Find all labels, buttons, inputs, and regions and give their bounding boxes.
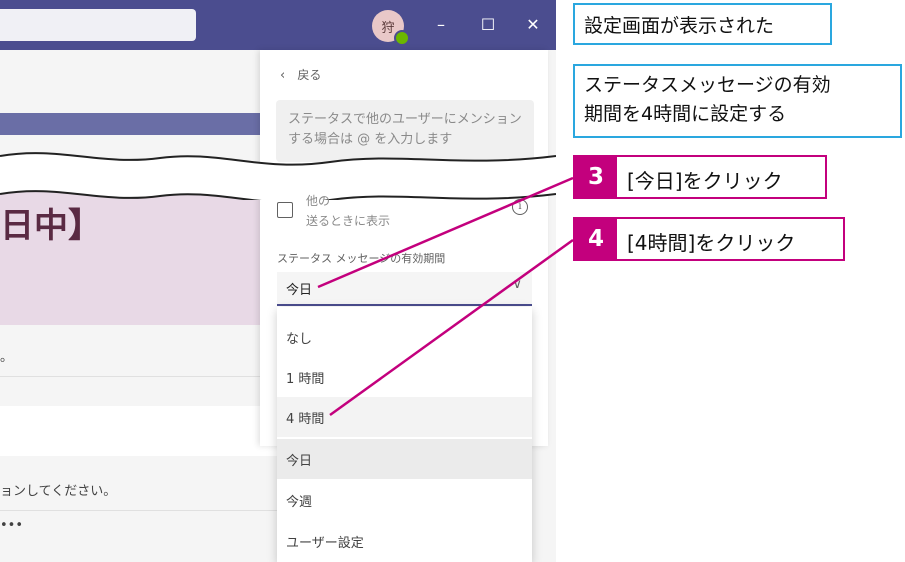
notify-checkbox-label: 他の 送るときに表示: [306, 191, 390, 231]
page-tear: [0, 152, 556, 200]
option-custom[interactable]: ユーザー設定: [277, 521, 532, 561]
notify-label-line-2: 送るときに表示: [306, 214, 391, 228]
step-3-number: 3: [575, 157, 617, 197]
duration-selected-value: 今日: [286, 283, 313, 298]
option-today[interactable]: 今日: [277, 439, 532, 479]
option-1-hour[interactable]: 1 時間: [277, 357, 532, 397]
title-bar: 狩 – ☐ ✕: [0, 0, 556, 50]
background-band: [0, 113, 262, 135]
notify-checkbox[interactable]: [277, 202, 293, 218]
chevron-left-icon: ‹: [280, 68, 286, 83]
status-message-placeholder: ステータスで他のユーザーにメンションする場合は @ を入力します: [288, 112, 522, 147]
option-none[interactable]: なし: [277, 317, 532, 357]
divider: [0, 510, 280, 511]
option-4-hours[interactable]: 4 時間: [277, 397, 532, 437]
step-3-label: 3 [今日]をクリック: [573, 155, 827, 199]
callout-settings-shown: 設定画面が表示された: [573, 3, 832, 45]
background-pane: 日中】 。 ョンしてください。 •••: [0, 50, 280, 562]
option-this-week[interactable]: 今週: [277, 480, 532, 520]
notify-label-line-1: 他の: [306, 194, 331, 208]
teams-screenshot: 狩 – ☐ ✕ 日中】 。 ョンしてください。 ••• ‹ 戻る ステータスで他…: [0, 0, 556, 562]
step-4-number: 4: [575, 219, 617, 259]
info-icon[interactable]: i: [512, 199, 528, 215]
duration-label: ステータス メッセージの有効期間: [277, 252, 446, 265]
divider: [0, 376, 280, 377]
callout-set-duration: ステータスメッセージの有効 期間を4時間に設定する: [573, 64, 902, 138]
back-button[interactable]: ‹ 戻る: [280, 66, 321, 83]
duration-select[interactable]: 今日 ∨: [277, 272, 532, 306]
background-block: [0, 406, 280, 456]
step-4-label: 4 [4時間]をクリック: [573, 217, 845, 261]
background-text: ョンしてください。: [0, 484, 117, 499]
background-text: •••: [0, 518, 24, 533]
search-input[interactable]: [0, 9, 196, 41]
duration-dropdown: なし 1 時間 4 時間 今日 今週 ユーザー設定: [277, 307, 532, 562]
step-3-text: [今日]をクリック: [627, 169, 783, 193]
step-4-text: [4時間]をクリック: [627, 231, 796, 255]
minimize-icon[interactable]: –: [430, 14, 452, 36]
background-heading: 日中】: [0, 206, 102, 246]
chevron-down-icon: ∨: [512, 277, 522, 292]
close-icon[interactable]: ✕: [522, 14, 544, 36]
background-text: 。: [0, 350, 14, 365]
back-label: 戻る: [297, 68, 322, 82]
maximize-icon[interactable]: ☐: [477, 14, 499, 36]
presence-available-icon: [394, 30, 410, 46]
